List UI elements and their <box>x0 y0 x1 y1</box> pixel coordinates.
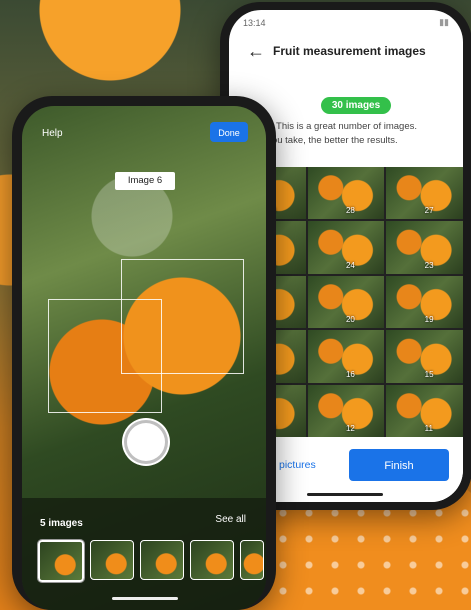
images-count: 5 images <box>40 518 83 529</box>
grid-image[interactable]: 28 <box>307 167 385 220</box>
images-count-badge: 30 images <box>321 97 391 114</box>
done-button[interactable]: Done <box>210 122 248 142</box>
thumbnail[interactable] <box>240 540 264 580</box>
home-indicator <box>307 493 383 496</box>
finish-button[interactable]: Finish <box>349 449 449 481</box>
thumbnail-tray: 5 images See all <box>22 498 266 610</box>
image-label: Image 6 <box>115 172 175 190</box>
grid-image[interactable]: 11 <box>386 384 463 437</box>
page-title: Fruit measurement images <box>273 44 426 58</box>
thumbnail[interactable] <box>140 540 184 580</box>
grid-image[interactable]: 16 <box>307 330 385 383</box>
image-number: 24 <box>345 260 355 270</box>
arrow-left-icon[interactable]: ← <box>247 42 265 60</box>
home-indicator <box>112 597 178 600</box>
grid-image[interactable]: 27 <box>386 167 463 220</box>
image-number: 27 <box>424 206 434 216</box>
image-number: 28 <box>345 206 355 216</box>
help-link[interactable]: Help <box>42 128 63 139</box>
status-icons: ▮▮ <box>439 17 449 27</box>
image-number: 19 <box>424 315 434 325</box>
thumbnail-list <box>37 539 264 583</box>
grid-image[interactable]: 24 <box>307 221 385 274</box>
grid-image[interactable]: 12 <box>307 384 385 437</box>
grid-image[interactable]: 15 <box>386 330 463 383</box>
image-number: 11 <box>424 424 433 433</box>
top-bar: ← Fruit measurement images <box>229 34 463 70</box>
grid-image[interactable]: 23 <box>386 221 463 274</box>
grid-image[interactable]: 20 <box>307 275 385 329</box>
thumbnail[interactable] <box>90 540 134 580</box>
thumbnail[interactable] <box>37 539 85 583</box>
shutter-button[interactable] <box>124 420 168 464</box>
camera-screen: Help Done Image 6 5 images See all <box>22 106 266 610</box>
image-number: 15 <box>424 369 434 379</box>
decorative-dots <box>270 500 470 610</box>
image-number: 16 <box>345 369 355 379</box>
phone-camera: Help Done Image 6 5 images See all <box>12 96 276 610</box>
grid-image[interactable]: 19 <box>386 275 463 329</box>
status-time: 13:14 <box>243 18 266 28</box>
detection-frame <box>121 259 244 374</box>
see-all-link[interactable]: See all <box>215 514 246 525</box>
image-number: 20 <box>345 315 355 325</box>
thumbnail[interactable] <box>190 540 234 580</box>
image-number: 12 <box>345 424 355 433</box>
image-number: 23 <box>424 260 434 270</box>
